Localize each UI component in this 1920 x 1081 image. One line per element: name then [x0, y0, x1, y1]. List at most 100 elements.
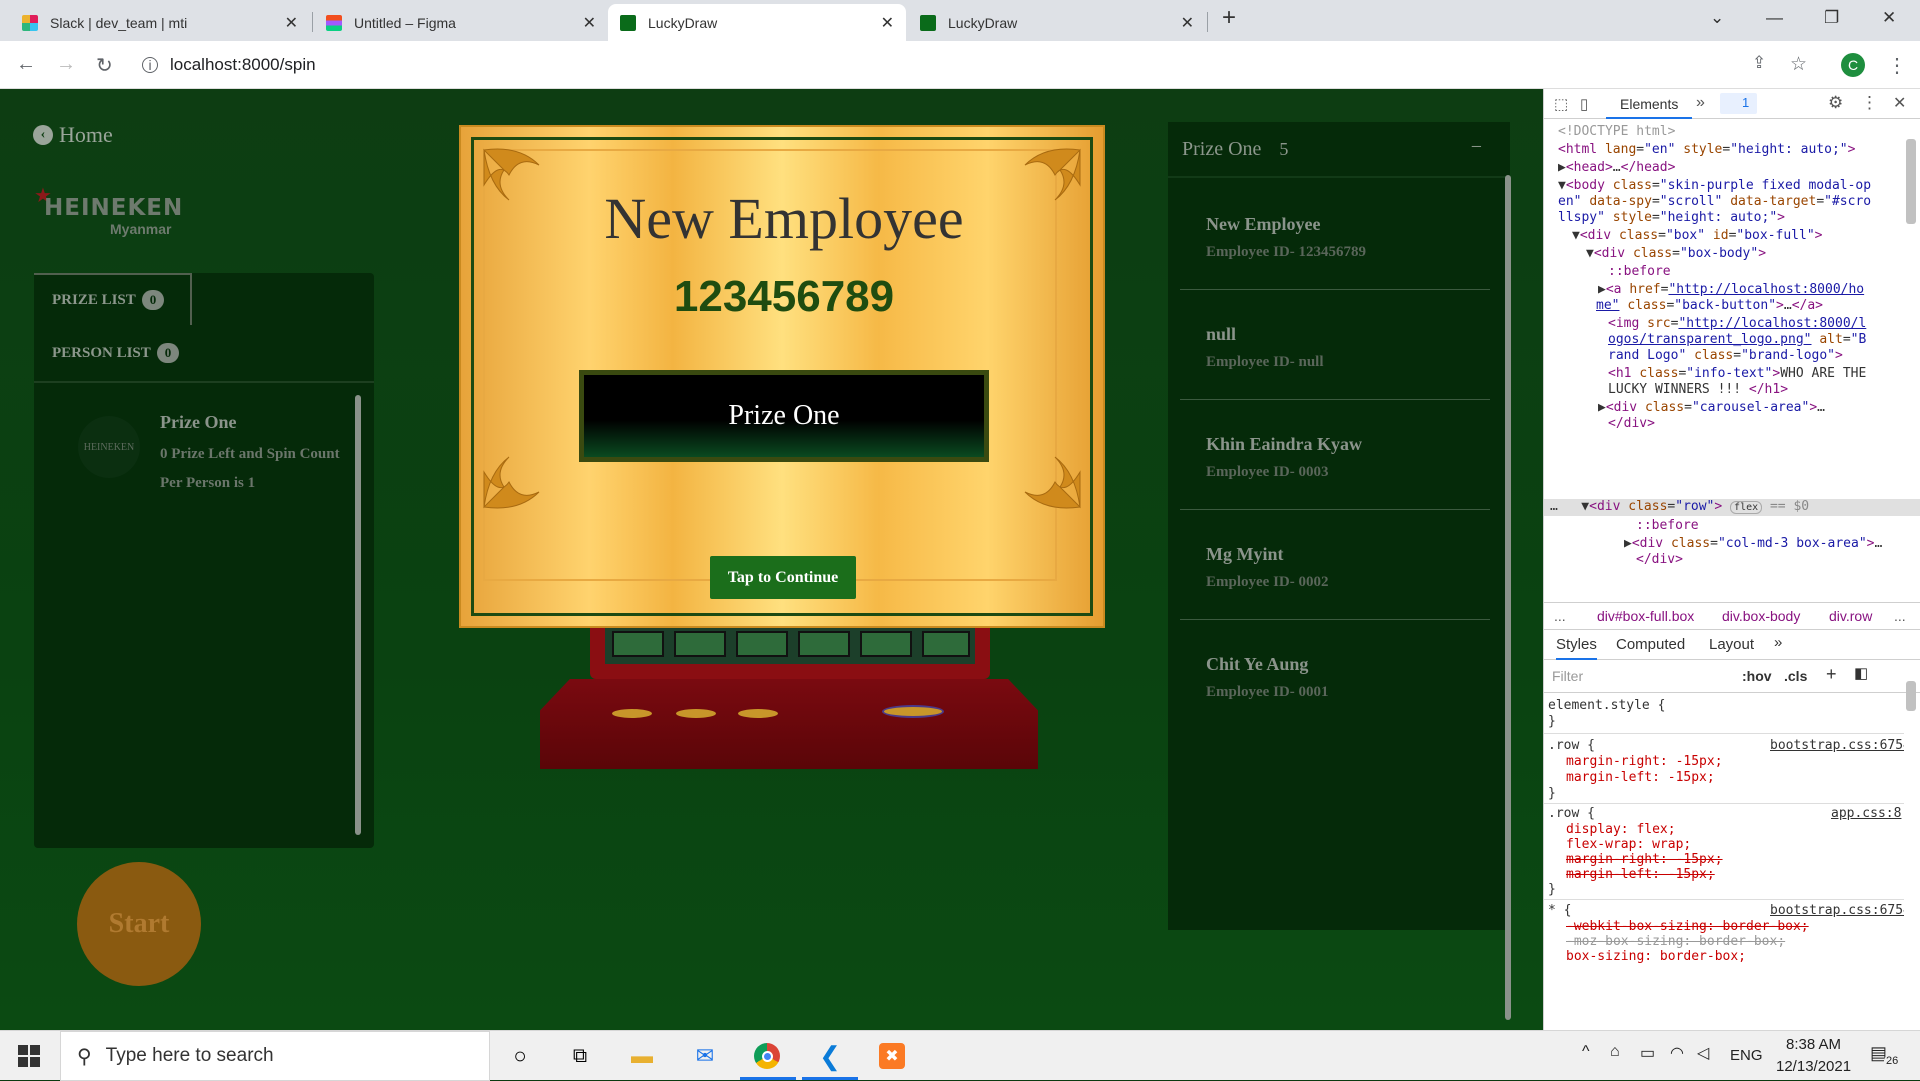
device-icon[interactable]: ⌂ [1610, 1043, 1620, 1061]
prize-card[interactable]: HEINEKEN Prize One 0 Prize Left and Spin… [54, 398, 344, 498]
file-explorer-icon[interactable]: ▬ [627, 1041, 657, 1071]
chrome-icon[interactable] [752, 1041, 782, 1071]
device-toggle-icon[interactable]: ▯ [1580, 95, 1588, 113]
wifi-icon[interactable]: ◠ [1670, 1043, 1684, 1063]
hov-toggle[interactable]: :hov [1742, 668, 1772, 684]
tab-slack[interactable]: Slack | dev_team | mti ✕ [10, 4, 310, 41]
rule-source[interactable]: bootstrap.css:6754 [1770, 739, 1904, 753]
taskbar-search[interactable]: ⚲ Type here to search [60, 1031, 490, 1081]
winner-name: Khin Eaindra Kyaw [1206, 434, 1363, 454]
tab-computed[interactable]: Computed [1616, 636, 1685, 653]
bookmark-star-icon[interactable]: ☆ [1790, 53, 1807, 76]
back-icon[interactable]: ← [16, 53, 36, 76]
crumb[interactable]: div#box-full.box [1597, 608, 1694, 624]
issues-badge[interactable]: 1 [1720, 93, 1758, 114]
mail-icon[interactable]: ✉ [690, 1041, 720, 1071]
home-label: Home [59, 122, 113, 147]
crumb[interactable]: div.box-body [1722, 608, 1800, 624]
tab-elements[interactable]: Elements [1606, 89, 1693, 119]
task-view-icon[interactable]: ⧉ [565, 1041, 595, 1071]
forward-icon[interactable]: → [56, 53, 76, 76]
winner-id: Employee ID- 0003 [1206, 464, 1329, 480]
tab-luckydraw[interactable]: LuckyDraw ✕ [908, 4, 1206, 41]
language-indicator[interactable]: ENG [1730, 1047, 1763, 1064]
dom-scrollbar[interactable] [1906, 139, 1916, 224]
selected-dom-row[interactable]: … ▼<div class="row"> flex == $0 [1544, 499, 1920, 516]
cls-toggle[interactable]: .cls [1784, 668, 1807, 684]
start-button[interactable]: Start [77, 862, 201, 986]
styles-tabs: Styles Computed Layout » [1544, 630, 1920, 660]
devtools-menu-icon[interactable]: ⋮ [1861, 93, 1878, 113]
chevron-left-icon: ‹ [33, 125, 53, 145]
tab-luckydraw-active[interactable]: LuckyDraw ✕ [608, 4, 906, 41]
dom-tree: <!DOCTYPE html> <html lang="en" style="h… [1558, 124, 1872, 431]
clock-time[interactable]: 8:38 AM [1786, 1036, 1841, 1053]
close-devtools-icon[interactable]: ✕ [1893, 93, 1906, 113]
address-bar: ← → ↻ i localhost:8000/spin ⇪ ☆ C ⋮ [0, 41, 1920, 89]
vscode-icon[interactable]: ❮ [815, 1041, 845, 1071]
styles-scrollbar[interactable] [1906, 681, 1916, 711]
close-window-icon[interactable]: ✕ [1882, 8, 1896, 28]
rule-source[interactable]: app.css:8 [1831, 807, 1901, 821]
winners-panel: Prize One 5 − New Employee Employee ID- … [1168, 122, 1510, 930]
left-scrollbar[interactable] [355, 395, 361, 835]
rule-prop[interactable]: flex-wrap: wrap; [1566, 838, 1691, 852]
winners-header: Prize One 5 − [1168, 122, 1510, 178]
home-link[interactable]: ‹ Home [33, 122, 113, 148]
rule-prop-overridden[interactable]: -moz-box-sizing: border-box; [1566, 935, 1785, 949]
winner-modal: New Employee 123456789 Prize One Tap to … [459, 125, 1105, 628]
crumb[interactable]: ... [1894, 608, 1906, 624]
tab-prize-list[interactable]: PRIZE LIST 0 [34, 273, 192, 325]
rule-prop-overridden[interactable]: margin-right: -15px; [1566, 853, 1723, 867]
battery-icon[interactable]: ▭ [1640, 1043, 1655, 1063]
close-tab-icon[interactable]: ✕ [881, 13, 894, 33]
minimize-icon[interactable]: — [1766, 8, 1783, 28]
left-panel: PRIZE LIST 0 PERSON LIST 0 HEINEKEN Priz… [34, 273, 374, 848]
tab-layout[interactable]: Layout [1709, 636, 1754, 653]
profile-avatar[interactable]: C [1841, 53, 1865, 77]
rule-selector: * { [1548, 903, 1572, 918]
show-hidden-icons[interactable]: ^ [1582, 1043, 1590, 1061]
site-info-icon[interactable]: i [142, 57, 158, 73]
xampp-icon[interactable]: ✖ [877, 1041, 907, 1071]
share-icon[interactable]: ⇪ [1752, 53, 1766, 73]
cortana-icon[interactable]: ○ [505, 1041, 535, 1071]
browser-menu-icon[interactable]: ⋮ [1887, 53, 1907, 78]
devtools-panel: ⬚ ▯ Elements » 1 ⚙ ⋮ ✕ <!DOCTYPE html> <… [1543, 89, 1920, 1030]
volume-icon[interactable]: ◁ [1697, 1043, 1709, 1063]
close-tab-icon[interactable]: ✕ [583, 13, 596, 33]
more-tabs-icon[interactable]: » [1774, 634, 1782, 651]
right-scrollbar[interactable] [1505, 175, 1511, 1020]
close-tab-icon[interactable]: ✕ [1181, 13, 1194, 33]
settings-gear-icon[interactable]: ⚙ [1828, 93, 1843, 113]
add-rule-icon[interactable]: + [1826, 664, 1837, 685]
tab-person-list[interactable]: PERSON LIST 0 [34, 327, 192, 379]
rule-prop[interactable]: margin-left: -15px; [1566, 771, 1715, 785]
rule-prop-overridden[interactable]: -webkit-box-sizing: border-box; [1566, 920, 1809, 934]
tab-styles[interactable]: Styles [1556, 636, 1597, 660]
reload-icon[interactable]: ↻ [96, 53, 113, 78]
windows-start-icon[interactable] [14, 1041, 44, 1071]
toggle-sidebar-icon[interactable]: ◧ [1854, 664, 1868, 682]
rule-prop[interactable]: box-sizing: border-box; [1566, 950, 1746, 964]
clock-date[interactable]: 12/13/2021 [1776, 1058, 1851, 1075]
close-tab-icon[interactable]: ✕ [285, 13, 298, 33]
tab-figma[interactable]: Untitled – Figma ✕ [314, 4, 608, 41]
inspect-icon[interactable]: ⬚ [1554, 95, 1568, 113]
crumb[interactable]: div.row [1829, 608, 1872, 624]
new-tab-icon[interactable]: + [1222, 4, 1236, 32]
tab-search-icon[interactable]: ⌄ [1710, 8, 1724, 28]
rule-source[interactable]: bootstrap.css:6754 [1770, 904, 1904, 918]
more-tabs-icon[interactable]: » [1696, 94, 1705, 112]
rule-prop-overridden[interactable]: margin-left: -15px; [1566, 868, 1715, 882]
crumb[interactable]: ... [1554, 608, 1566, 624]
rule-prop[interactable]: display: flex; [1566, 823, 1676, 837]
url-field[interactable]: i localhost:8000/spin [142, 48, 1742, 82]
tap-to-continue-button[interactable]: Tap to Continue [710, 556, 856, 599]
browser-tab-bar: Slack | dev_team | mti ✕ Untitled – Figm… [0, 0, 1920, 41]
styles-filter-input[interactable]: Filter [1552, 668, 1583, 684]
maximize-icon[interactable]: ❐ [1824, 8, 1839, 28]
rule-prop[interactable]: margin-right: -15px; [1566, 755, 1723, 769]
tab-label: PRIZE LIST [52, 291, 136, 308]
collapse-icon[interactable]: − [1471, 136, 1482, 159]
